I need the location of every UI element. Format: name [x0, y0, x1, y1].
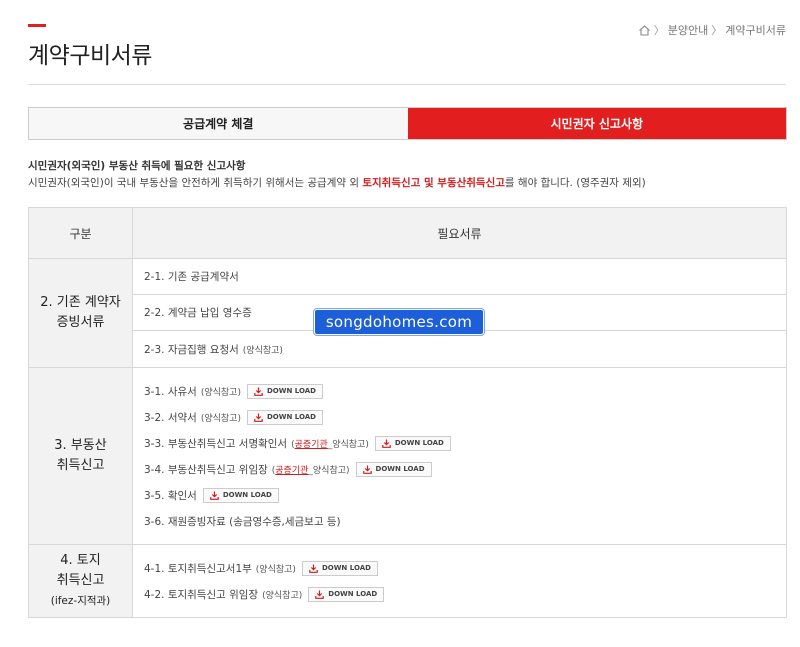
item-text: 3-4. 부동산취득신고 위임장	[144, 463, 268, 476]
tab-citizen-report[interactable]: 시민권자 신고사항	[407, 108, 786, 139]
home-icon[interactable]	[638, 24, 651, 37]
download-icon	[254, 413, 263, 422]
list-item: 2-1. 기존 공급계약서	[132, 258, 787, 295]
breadcrumb-item-sales[interactable]: 분양안내	[668, 22, 708, 38]
download-icon	[309, 564, 318, 573]
page-title: 계약구비서류	[28, 43, 152, 69]
category-line: 4. 토지	[60, 553, 101, 568]
download-button[interactable]: DOWN LOAD	[202, 487, 279, 503]
item-note: (공증기관_양식참고)	[291, 437, 369, 450]
category-real-estate-report: 3. 부동산 취득신고	[28, 367, 133, 545]
item-note: (양식참고)	[255, 564, 296, 575]
download-button[interactable]: DOWN LOAD	[308, 586, 385, 602]
download-label: DOWN LOAD	[375, 465, 425, 473]
item-text: 2-2. 계약금 납입 영수증	[144, 307, 252, 319]
tab-bar: 공급계약 체결 시민권자 신고사항	[28, 107, 787, 140]
intro-description: 시민권자(외국인)이 국내 부동산을 안전하게 취득하기 위해서는 공급계약 외…	[28, 175, 646, 192]
category-line: 2. 기존 계약자	[40, 295, 121, 310]
title-accent-bar	[28, 24, 46, 27]
item-note: (공증기관_양식참고)	[272, 463, 350, 476]
intro-text: 시민권자(외국인) 부동산 취득에 필요한 신고사항 시민권자(외국인)이 국내…	[28, 158, 646, 192]
category-land-report: 4. 토지 취득신고 (ifez-지적과)	[28, 544, 133, 618]
category-line: 3. 부동산	[54, 438, 107, 453]
list-item: 4-2. 토지취득신고 위임장 (양식참고) DOWN LOAD	[144, 581, 786, 607]
header-category: 구분	[28, 207, 133, 259]
tab-supply-contract[interactable]: 공급계약 체결	[29, 108, 408, 139]
breadcrumb-item-documents[interactable]: 계약구비서류	[725, 22, 786, 38]
item-note: (양식참고)	[242, 345, 283, 356]
download-icon	[362, 465, 372, 474]
category-line: 취득신고	[56, 573, 105, 588]
download-label: DOWN LOAD	[266, 413, 316, 421]
category-line: 취득신고	[56, 458, 105, 473]
item-text: 3-3. 부동산취득신고 서명확인서	[144, 437, 288, 450]
list-item: 3-2. 서약서 (양식참고) DOWN LOAD	[144, 404, 786, 430]
intro-text-part: 시민권자(외국인)이 국내 부동산을 안전하게 취득하기 위해서는 공급계약 외	[28, 177, 363, 189]
download-label: DOWN LOAD	[328, 590, 378, 598]
breadcrumb-separator: 〉	[653, 24, 665, 37]
breadcrumb: 〉 분양안내 〉 계약구비서류	[638, 22, 786, 38]
note-part: _양식참고)	[308, 465, 350, 476]
breadcrumb-separator: 〉	[711, 24, 723, 37]
download-label: DOWN LOAD	[321, 564, 371, 572]
download-button[interactable]: DOWN LOAD	[246, 383, 323, 399]
list-item: 3-1. 사유서 (양식참고) DOWN LOAD	[144, 378, 786, 404]
download-icon	[382, 439, 391, 448]
intro-text-part: 를 해야 합니다. (영주권자 제외)	[504, 177, 646, 189]
download-icon	[210, 491, 219, 500]
item-text: 3-2. 서약서	[144, 411, 197, 424]
document-list: 4-1. 토지취득신고서1부 (양식참고) DOWN LOAD 4-2. 토지취…	[132, 544, 787, 618]
download-icon	[254, 387, 263, 396]
item-note: (양식참고)	[200, 387, 241, 398]
download-icon	[315, 590, 325, 599]
list-item: 3-4. 부동산취득신고 위임장 (공증기관_양식참고) DOWN LOAD	[144, 456, 786, 482]
document-list: 3-1. 사유서 (양식참고) DOWN LOAD 3-2. 서약서 (양식참고…	[132, 367, 787, 545]
list-item: 3-3. 부동산취득신고 서명확인서 (공증기관_양식참고) DOWN LOAD	[144, 430, 786, 456]
download-label: DOWN LOAD	[222, 491, 272, 499]
list-item: 4-1. 토지취득신고서1부 (양식참고) DOWN LOAD	[144, 555, 786, 581]
title-divider	[28, 84, 786, 85]
download-button[interactable]: DOWN LOAD	[301, 560, 378, 576]
note-part: _양식참고)	[327, 439, 369, 450]
category-line: (ifez-지적과)	[50, 595, 111, 607]
download-button[interactable]: DOWN LOAD	[246, 409, 323, 425]
download-label: DOWN LOAD	[266, 387, 316, 395]
item-text: 2-3. 자금집행 요청서	[144, 343, 239, 356]
note-highlight: 공증기관	[294, 439, 328, 450]
download-button[interactable]: DOWN LOAD	[355, 461, 432, 477]
download-label: DOWN LOAD	[394, 439, 444, 447]
category-line: 증빙서류	[56, 315, 105, 330]
download-button[interactable]: DOWN LOAD	[374, 435, 451, 451]
item-text: 4-2. 토지취득신고 위임장	[144, 588, 259, 601]
watermark-label: songdohomes.com	[314, 309, 484, 335]
header-documents: 필요서류	[132, 207, 787, 259]
list-item: 2-3. 자금집행 요청서 (양식참고)	[132, 330, 787, 368]
documents-table: 구분 필요서류 2. 기존 계약자 증빙서류 2-1. 기존 공급계약서 2-2…	[28, 207, 787, 618]
item-note: (양식참고)	[262, 590, 303, 601]
note-highlight: 공증기관	[275, 465, 309, 476]
list-item: 3-5. 확인서 DOWN LOAD	[144, 482, 786, 508]
item-note: (양식참고)	[200, 413, 241, 424]
item-text: 3-1. 사유서	[144, 385, 197, 398]
item-text: 4-1. 토지취득신고서1부	[144, 562, 252, 575]
item-text: 3-6. 재원증빙자료 (송금영수증,세금보고 등)	[144, 515, 341, 528]
intro-heading: 시민권자(외국인) 부동산 취득에 필요한 신고사항	[28, 160, 246, 172]
item-text: 2-1. 기존 공급계약서	[144, 271, 239, 283]
list-item: 3-6. 재원증빙자료 (송금영수증,세금보고 등)	[144, 508, 786, 534]
item-text: 3-5. 확인서	[144, 489, 197, 502]
category-existing-contractor: 2. 기존 계약자 증빙서류	[28, 258, 133, 368]
intro-highlight: 토지취득신고 및 부동산취득신고	[362, 177, 505, 189]
